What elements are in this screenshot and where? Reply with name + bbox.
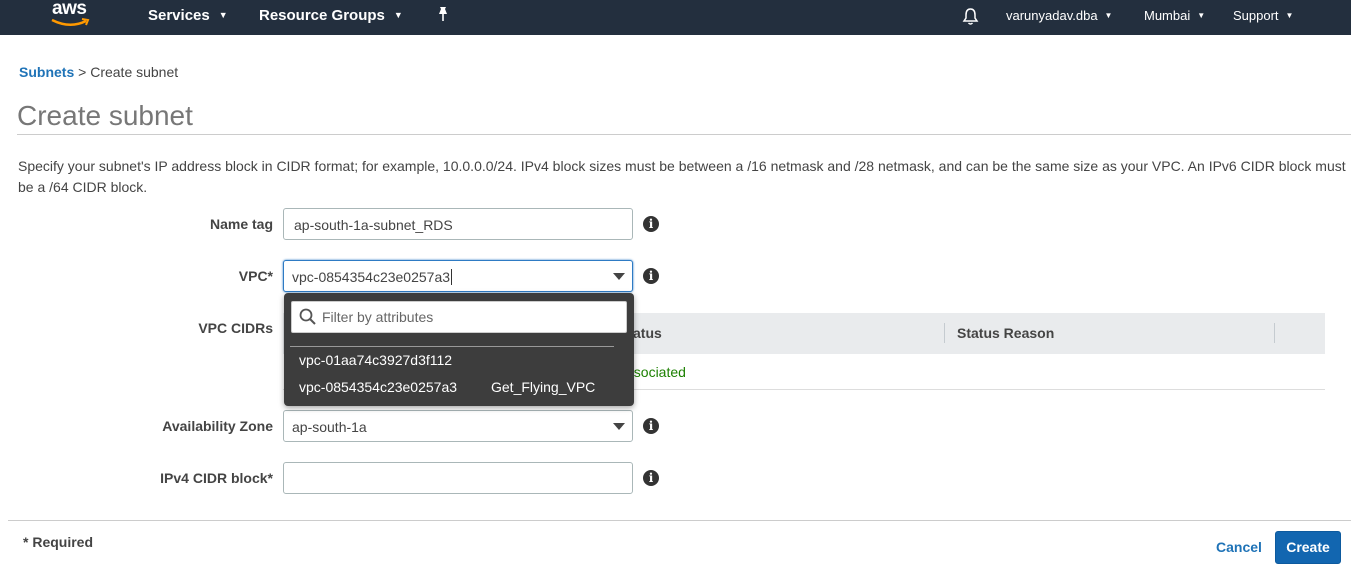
pin-icon[interactable]: [436, 6, 450, 26]
cancel-button[interactable]: Cancel: [1216, 539, 1262, 555]
availability-zone-value: ap-south-1a: [292, 419, 367, 435]
account-name: varunyadav.dba: [1006, 8, 1098, 23]
vpc-dropdown-menu: vpc-01aa74c3927d3f112 vpc-0854354c23e025…: [284, 293, 634, 406]
aws-logo[interactable]: aws: [48, 0, 98, 28]
ipv4-cidr-input[interactable]: [283, 462, 633, 494]
info-icon[interactable]: i: [643, 216, 659, 232]
availability-zone-label: Availability Zone: [162, 418, 273, 434]
account-menu[interactable]: varunyadav.dba ▼: [1006, 8, 1112, 23]
support-label: Support: [1233, 8, 1279, 23]
region-name: Mumbai: [1144, 8, 1191, 23]
breadcrumb-separator: >: [78, 64, 87, 80]
services-label: Services: [148, 7, 210, 24]
chevron-down-icon: ▼: [393, 10, 403, 20]
support-menu[interactable]: Support ▼: [1233, 8, 1293, 23]
aws-smile-icon: [51, 18, 90, 26]
dropdown-arrow-icon: [613, 273, 625, 280]
services-menu[interactable]: Services ▼: [148, 7, 228, 24]
column-divider: [944, 323, 945, 343]
resource-groups-label: Resource Groups: [259, 7, 385, 24]
chevron-down-icon: ▼: [1285, 11, 1294, 20]
breadcrumb-current: Create subnet: [90, 64, 179, 80]
option-vpc-id: vpc-01aa74c3927d3f112: [299, 352, 453, 368]
name-tag-input[interactable]: ap-south-1a-subnet_RDS: [283, 208, 633, 240]
footer-divider: [8, 520, 1351, 521]
availability-zone-select[interactable]: ap-south-1a: [283, 410, 633, 442]
info-icon[interactable]: i: [643, 268, 659, 284]
page-title: Create subnet: [17, 100, 193, 131]
vpc-select[interactable]: vpc-0854354c23e0257a3: [283, 260, 633, 292]
breadcrumb: Subnets > Create subnet: [19, 64, 178, 80]
breadcrumb-subnets-link[interactable]: Subnets: [19, 64, 74, 80]
name-tag-value: ap-south-1a-subnet_RDS: [294, 217, 453, 233]
column-status-reason: Status Reason: [957, 325, 1055, 341]
chevron-down-icon: ▼: [1104, 11, 1113, 20]
filter-input[interactable]: [322, 309, 612, 325]
option-vpc-name: Get_Flying_VPC: [491, 379, 596, 395]
bell-icon[interactable]: [962, 7, 979, 28]
vpc-value: vpc-0854354c23e0257a3: [292, 269, 451, 285]
column-divider: [1274, 323, 1275, 343]
resource-groups-menu[interactable]: Resource Groups ▼: [259, 7, 403, 24]
region-menu[interactable]: Mumbai ▼: [1144, 8, 1205, 23]
create-button[interactable]: Create: [1275, 531, 1341, 564]
dropdown-arrow-icon: [613, 423, 625, 430]
filter-box[interactable]: [291, 301, 627, 333]
option-vpc-id: vpc-0854354c23e0257a3: [299, 379, 458, 395]
name-tag-label: Name tag: [209, 216, 273, 232]
chevron-down-icon: ▼: [1197, 11, 1206, 20]
page-description: Specify your subnet's IP address block i…: [18, 158, 1346, 195]
ipv4-cidr-label: IPv4 CIDR block*: [160, 470, 273, 486]
top-nav: aws Services ▼ Resource Groups ▼ varunyada…: [0, 0, 1351, 35]
aws-logo-text: aws: [52, 0, 87, 19]
search-icon: [299, 308, 317, 331]
dropdown-option[interactable]: vpc-0854354c23e0257a3 Get_Flying_VPC: [299, 379, 595, 395]
info-icon[interactable]: i: [643, 418, 659, 434]
vpc-cidrs-label: VPC CIDRs: [198, 320, 273, 336]
chevron-down-icon: ▼: [218, 10, 228, 20]
dropdown-option[interactable]: vpc-01aa74c3927d3f112: [299, 352, 452, 368]
vpc-label: VPC*: [238, 268, 273, 284]
required-note: * Required: [23, 534, 94, 550]
info-icon[interactable]: i: [643, 470, 659, 486]
dropdown-divider: [290, 346, 614, 347]
title-divider: [17, 134, 1351, 135]
text-cursor: [451, 269, 453, 285]
